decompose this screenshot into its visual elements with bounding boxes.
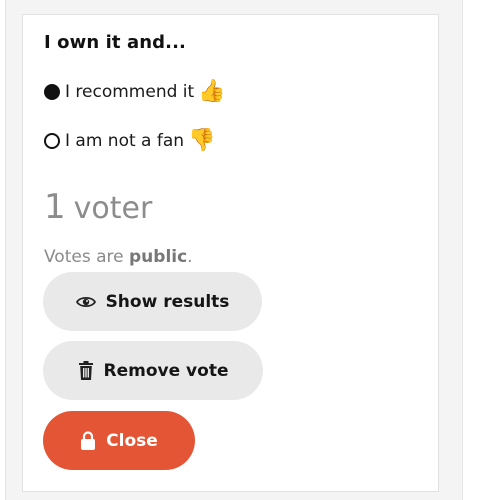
poll-title: I own it and... (44, 32, 186, 53)
radio-unselected-icon[interactable] (44, 133, 60, 149)
poll-card: I own it and... I recommend it 👍 I am no… (22, 14, 439, 492)
poll-option-label: I am not a fan (65, 131, 185, 151)
page: I own it and... I recommend it 👍 I am no… (0, 0, 486, 500)
radio-selected-icon[interactable] (44, 84, 60, 100)
close-poll-button[interactable]: Close (43, 411, 195, 470)
voter-count-label: voter (73, 191, 153, 226)
voter-count: 1 voter (44, 190, 152, 224)
vote-visibility: Votes are public. (44, 247, 193, 267)
vote-visibility-prefix: Votes are (44, 247, 129, 267)
trash-icon (78, 361, 94, 380)
eye-icon (75, 295, 96, 309)
voter-count-number: 1 (44, 187, 66, 227)
thumbs-up-icon: 👍 (198, 79, 226, 104)
thumbs-down-icon: 👎 (188, 128, 216, 153)
poll-option-recommend[interactable]: I recommend it 👍 (44, 81, 226, 103)
right-side-panel (462, 0, 486, 500)
remove-vote-label: Remove vote (103, 360, 229, 381)
close-label: Close (106, 430, 158, 451)
left-scroll-edge (0, 0, 6, 500)
show-results-label: Show results (105, 291, 230, 312)
vote-visibility-suffix: . (187, 247, 193, 267)
poll-option-label: I recommend it (65, 82, 195, 102)
show-results-button[interactable]: Show results (43, 272, 262, 331)
vote-visibility-value: public (129, 247, 188, 267)
poll-option-not-a-fan[interactable]: I am not a fan 👎 (44, 130, 215, 152)
lock-icon (80, 431, 96, 450)
remove-vote-button[interactable]: Remove vote (43, 341, 263, 400)
